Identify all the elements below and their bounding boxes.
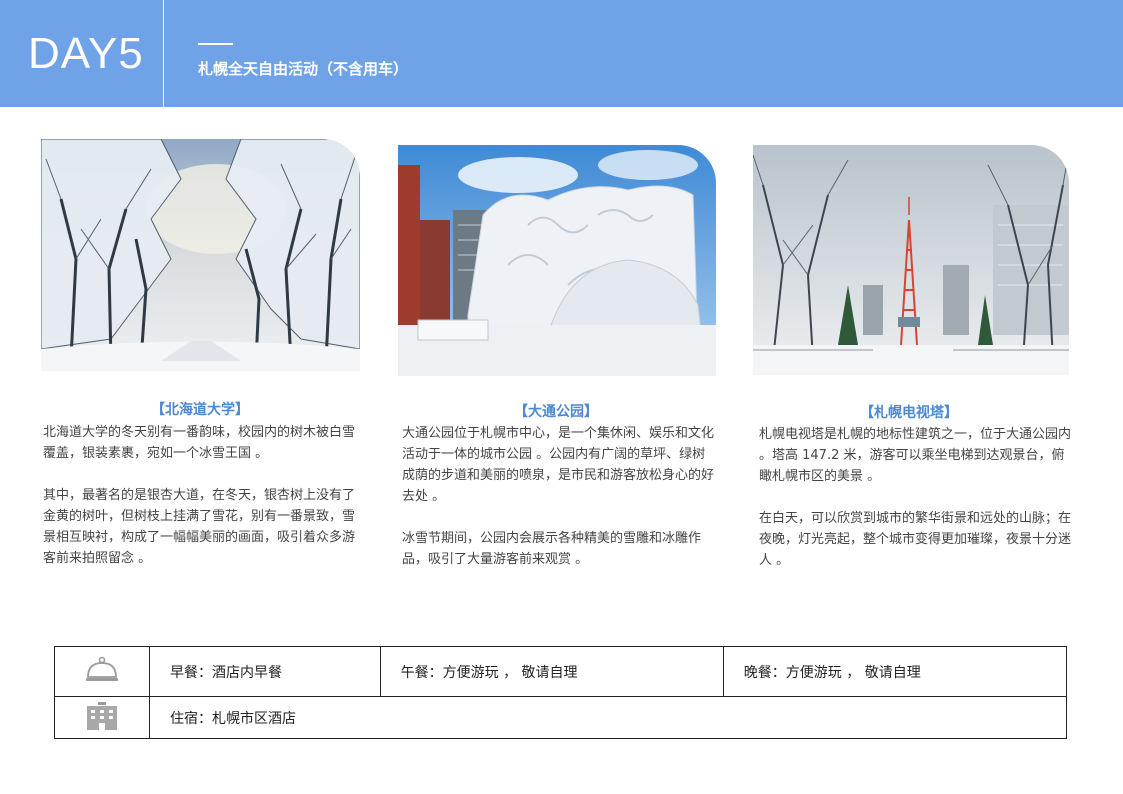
tv-tower-photo: [753, 145, 1069, 375]
day-subtitle: 札幌全天自由活动（不含用车）: [198, 60, 409, 78]
header-divider: [163, 0, 164, 107]
meals-row: 早餐：酒店内早餐 午餐：方便游玩 ， 敬请自理 晚餐：方便游玩 ， 敬请自理: [54, 646, 1068, 697]
odori-park-title: 【大通公园】: [514, 404, 598, 420]
description-paragraph: 北海道大学的冬天别有一番韵味，校园内的树木被白雪覆盖，银装素裹，宛如一个冰雪王国…: [43, 425, 356, 461]
breakfast-cell: 早餐：酒店内早餐: [149, 646, 381, 697]
tv-tower-description: 札幌电视塔是札幌的地标性建筑之一，位于大通公园内 。塔高 147.2 米，游客可…: [759, 424, 1071, 592]
hotel-icon-cell: [54, 696, 150, 739]
lunch-cell: 午餐：方便游玩 ， 敬请自理: [379, 646, 724, 697]
hotel-cell: 住宿：札幌市区酒店: [149, 696, 1067, 739]
dinner-cell: 晚餐：方便游玩 ， 敬请自理: [722, 646, 1068, 697]
hokkaido-university-title: 【北海道大学】: [151, 402, 249, 418]
odori-park-photo: [398, 145, 716, 376]
day-title: DAY5: [28, 29, 144, 78]
description-paragraph: 冰雪节期间，公园内会展示各种精美的雪雕和冰雕作品，吸引了大量游客前来观赏 。: [402, 531, 702, 567]
odori-park-description: 大通公园位于札幌市中心，是一个集休闲、娱乐和文化活动于一体的城市公园 。公园内有…: [402, 423, 714, 591]
description-paragraph: 札幌电视塔是札幌的地标性建筑之一，位于大通公园内 。塔高 147.2 米，游客可…: [759, 427, 1072, 484]
description-paragraph: 大通公园位于札幌市中心，是一个集休闲、娱乐和文化活动于一体的城市公园 。公园内有…: [402, 426, 715, 504]
hotel-building-icon: [84, 701, 120, 735]
description-paragraph: 其中，最著名的是银杏大道，在冬天，银杏树上没有了金黄的树叶，但树枝上挂满了雪花，…: [43, 488, 356, 566]
header-banner: DAY5 札幌全天自由活动（不含用车）: [0, 0, 1123, 107]
meals-hotel-table: 早餐：酒店内早餐 午餐：方便游玩 ， 敬请自理 晚餐：方便游玩 ， 敬请自理 住…: [54, 646, 1068, 739]
header-dash: [198, 43, 233, 45]
tv-tower-title: 【札幌电视塔】: [860, 405, 958, 421]
hokkaido-university-photo: [41, 139, 360, 371]
hotel-row: 住宿：札幌市区酒店: [54, 696, 1067, 739]
dining-cloche-icon: [84, 656, 120, 689]
hokkaido-university-description: 北海道大学的冬天别有一番韵味，校园内的树木被白雪覆盖，银装素裹，宛如一个冰雪王国…: [43, 422, 361, 590]
description-paragraph: 在白天，可以欣赏到城市的繁华街景和远处的山脉；在夜晚，灯光亮起，整个城市变得更加…: [759, 511, 1072, 568]
meal-icon-cell: [54, 646, 150, 697]
